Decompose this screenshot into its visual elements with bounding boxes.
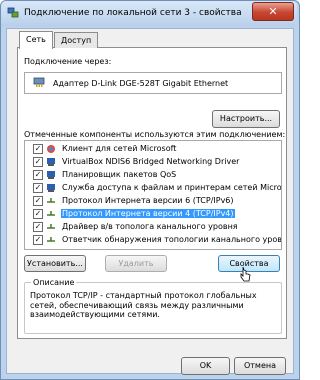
network-service-icon — [46, 183, 56, 193]
network-adapter-icon — [33, 76, 45, 88]
connect-via-label: Подключение через: — [24, 57, 112, 66]
component-checkbox[interactable]: ✓ — [33, 183, 43, 193]
description-legend: Описание — [31, 278, 77, 287]
window-title: Подключение по локальной сети 3 - свойст… — [24, 8, 242, 18]
component-label: Протокол Интернета версии 4 (TCP/IPv4) — [61, 209, 235, 218]
component-label: Планировщик пакетов QoS — [62, 170, 177, 179]
configure-button[interactable]: Настроить... — [212, 110, 280, 128]
component-item-ipv4[interactable]: ✓ Протокол Интернета версии 4 (TCP/IPv4) — [26, 208, 278, 220]
component-item-virtualbox[interactable]: ✓ VirtualBox NDIS6 Bridged Networking Dr… — [26, 156, 278, 168]
description-text: Протокол TCP/IP - стандартный протокол г… — [30, 291, 257, 319]
component-item-lltd-driver[interactable]: ✓ Драйвер в/в тополога канального уровня — [26, 221, 278, 233]
cancel-button[interactable]: Отмена — [234, 357, 286, 375]
component-item-ms-client[interactable]: ✓ Клиент для сетей Microsoft — [26, 143, 278, 155]
component-checkbox[interactable]: ✓ — [33, 222, 43, 232]
tab-access[interactable]: Доступ — [54, 32, 99, 48]
protocol-icon — [46, 235, 56, 245]
component-label: Протокол Интернета версии 6 (TCP/IPv6) — [62, 196, 234, 205]
component-label: VirtualBox NDIS6 Bridged Networking Driv… — [62, 157, 240, 166]
tab-network[interactable]: Сеть — [19, 31, 53, 49]
components-list[interactable]: ✓ Клиент для сетей Microsoft ✓ VirtualBo… — [24, 140, 282, 250]
ok-button[interactable]: OK — [181, 357, 230, 375]
component-checkbox[interactable]: ✓ — [33, 157, 43, 167]
network-connection-icon — [7, 7, 19, 19]
component-checkbox[interactable]: ✓ — [33, 144, 43, 154]
component-item-lltd-responder[interactable]: ✓ Ответчик обнаружения топологии канальн… — [26, 234, 281, 246]
component-item-file-sharing[interactable]: ✓ Служба доступа к файлам и принтерам се… — [26, 182, 281, 194]
network-driver-icon — [46, 157, 56, 167]
install-button[interactable]: Установить... — [24, 255, 86, 272]
component-checkbox[interactable]: ✓ — [33, 209, 43, 219]
component-item-qos[interactable]: ✓ Планировщик пакетов QoS — [26, 169, 278, 181]
mouse-cursor-icon — [240, 266, 251, 282]
close-icon: ✕ — [268, 5, 278, 18]
network-client-icon — [46, 144, 56, 154]
component-label: Ответчик обнаружения топологии канальног… — [62, 235, 282, 244]
component-checkbox[interactable]: ✓ — [33, 235, 43, 245]
component-label: Служба доступа к файлам и принтерам сете… — [62, 183, 282, 192]
network-service-icon — [46, 170, 56, 180]
protocol-icon — [46, 209, 56, 219]
close-button[interactable]: ✕ — [252, 2, 294, 21]
component-checkbox[interactable]: ✓ — [33, 196, 43, 206]
remove-button[interactable]: Удалить — [105, 255, 167, 272]
protocol-icon — [46, 222, 56, 232]
component-label: Драйвер в/в тополога канального уровня — [62, 222, 238, 231]
protocol-icon — [46, 196, 56, 206]
component-checkbox[interactable]: ✓ — [33, 170, 43, 180]
component-item-ipv6[interactable]: ✓ Протокол Интернета версии 6 (TCP/IPv6) — [26, 195, 278, 207]
adapter-name: Адаптер D-Link DGE-528T Gigabit Ethernet — [53, 79, 229, 88]
component-label: Клиент для сетей Microsoft — [62, 144, 177, 153]
components-label: Отмеченные компоненты используются этим … — [24, 130, 286, 139]
